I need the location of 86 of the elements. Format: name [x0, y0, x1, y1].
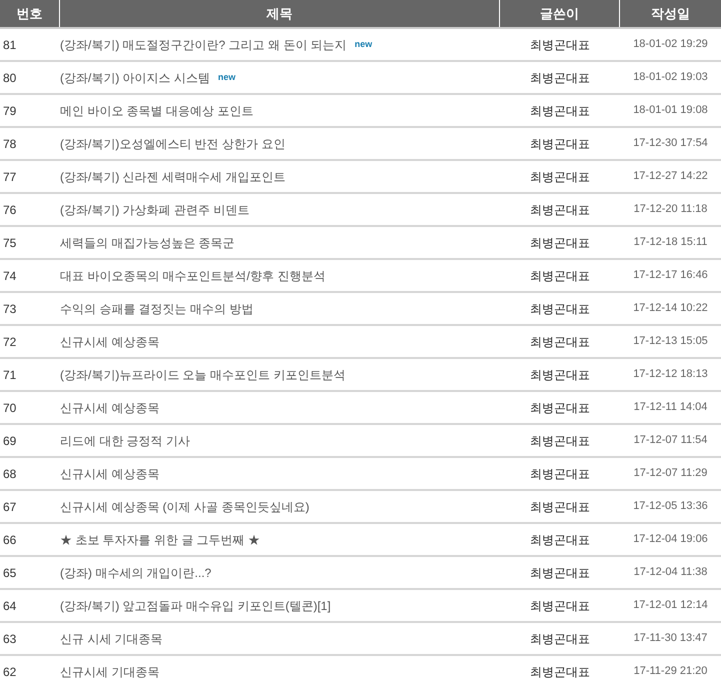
author-name: 최병곤대표 — [529, 366, 591, 384]
post-date: 18-01-02 19:29 — [632, 37, 709, 52]
post-title-link[interactable]: (강좌/복기) 신라젠 세력매수세 개입포인트 — [60, 168, 286, 186]
row-number: 71 — [2, 366, 18, 384]
post-title-link[interactable]: 신규시세 예상종목 (이제 사골 종목인듯싶네요) — [60, 498, 310, 516]
new-label: new — [218, 73, 236, 82]
post-title-link[interactable]: 대표 바이오종목의 매수포인트분석/향후 진행분석 — [60, 266, 326, 284]
post-date: 17-12-12 18:13 — [632, 367, 709, 382]
post-date: 17-12-20 11:18 — [632, 202, 708, 218]
row-number: 72 — [2, 334, 18, 350]
new-label: new — [354, 40, 372, 49]
author-name: 최병곤대표 — [529, 598, 591, 614]
row-number: 65 — [2, 564, 18, 582]
post-date: 17-12-04 19:06 — [632, 532, 709, 548]
author-name: 최병곤대표 — [529, 102, 591, 120]
author-name: 최병곤대표 — [529, 234, 591, 252]
post-title-link[interactable]: (강좌/복기)뉴프라이드 오늘 매수포인트 키포인트분석 — [60, 366, 346, 384]
row-number: 68 — [2, 466, 18, 482]
post-date: 17-11-30 13:47 — [632, 631, 708, 646]
row-number: 64 — [2, 598, 18, 614]
post-date: 18-01-02 19:03 — [632, 70, 709, 86]
post-title-link[interactable]: (강좌/복기) 가상화폐 관련주 비덴트 — [60, 200, 250, 218]
author-name: 최병곤대표 — [529, 664, 591, 680]
author-name: 최병곤대표 — [529, 400, 591, 416]
post-date: 17-12-07 11:54 — [632, 433, 708, 448]
post-title-link[interactable]: (강좌/복기) 아이지스 시스템 — [60, 68, 210, 86]
row-number: 81 — [2, 36, 18, 54]
column-header: 제목 — [60, 0, 500, 27]
post-date: 17-12-14 10:22 — [632, 301, 709, 316]
post-title-link[interactable]: (강좌) 매수세의 개입이란...? — [60, 564, 212, 582]
author-name: 최병곤대표 — [529, 532, 591, 548]
post-date: 17-12-04 11:38 — [632, 565, 708, 580]
author-name: 최병곤대표 — [529, 564, 591, 582]
post-title-link[interactable]: 신규시세 예상종목 — [60, 398, 160, 416]
author-name: 최병곤대표 — [529, 432, 591, 450]
post-date: 17-12-18 15:11 — [632, 235, 708, 250]
author-name: 최병곤대표 — [529, 334, 591, 350]
post-title-link[interactable]: (강좌/복기) 앞고점돌파 매수유입 키포인트(텔콘)[1] — [60, 596, 331, 614]
author-name: 최병곤대표 — [529, 136, 591, 152]
row-number: 69 — [2, 432, 18, 450]
row-number: 75 — [2, 234, 18, 252]
author-name: 최병곤대표 — [529, 70, 591, 86]
author-name: 최병곤대표 — [529, 630, 591, 648]
post-title-link[interactable]: 신규 시세 기대종목 — [60, 630, 163, 648]
post-date: 17-12-05 13:36 — [632, 499, 709, 514]
author-name: 최병곤대표 — [529, 202, 591, 218]
post-title-link[interactable]: 수익의 승패를 결정짓는 매수의 방법 — [60, 300, 254, 318]
author-name: 최병곤대표 — [529, 168, 591, 186]
post-date: 17-12-11 14:04 — [632, 400, 708, 416]
post-date: 18-01-01 19:08 — [632, 103, 709, 118]
author-name: 최병곤대표 — [529, 466, 591, 482]
author-name: 최병곤대표 — [529, 268, 591, 284]
row-number: 70 — [2, 400, 18, 416]
post-date: 17-12-17 16:46 — [632, 268, 709, 284]
post-date: 17-11-29 21:20 — [632, 664, 708, 680]
row-number: 62 — [2, 664, 18, 680]
row-number: 77 — [2, 168, 18, 186]
post-title-link[interactable]: 신규시세 예상종목 — [60, 464, 160, 482]
row-number: 78 — [2, 136, 18, 152]
row-number: 76 — [2, 202, 18, 218]
row-number: 63 — [2, 630, 18, 648]
post-date: 17-12-27 14:22 — [632, 169, 709, 184]
author-name: 최병곤대표 — [529, 498, 591, 516]
post-title-link[interactable]: 메인 바이오 종목별 대응예상 포인트 — [60, 102, 254, 120]
post-title-link[interactable]: 세력들의 매집가능성높은 종목군 — [60, 234, 235, 252]
row-number: 67 — [2, 498, 18, 516]
row-number: 79 — [2, 102, 18, 120]
post-title-link[interactable]: (강좌/복기)오성엘에스티 반전 상한가 요인 — [60, 134, 286, 152]
post-date: 17-12-30 17:54 — [632, 136, 709, 152]
post-date: 17-12-01 12:14 — [632, 598, 709, 614]
post-title-link[interactable]: 리드에 대한 긍정적 기사 — [60, 432, 190, 450]
row-number: 74 — [2, 268, 18, 284]
row-number: 66 — [2, 532, 18, 548]
column-header: 번호 — [0, 0, 60, 27]
post-title-link[interactable]: (강좌/복기) 매도절정구간이란? 그리고 왜 돈이 되는지 — [60, 36, 347, 54]
post-date: 17-12-13 15:05 — [632, 334, 709, 350]
post-title-link[interactable]: 신규시세 기대종목 — [60, 662, 160, 680]
column-header: 작성일 — [650, 4, 691, 23]
row-number: 73 — [2, 300, 18, 318]
post-title-link[interactable]: ★ 초보 투자자를 위한 글 그두번째 ★ — [60, 530, 260, 548]
author-name: 최병곤대표 — [529, 300, 591, 318]
post-date: 17-12-07 11:29 — [632, 466, 708, 482]
post-title-link[interactable]: 신규시세 예상종목 — [60, 332, 160, 350]
author-name: 최병곤대표 — [529, 36, 591, 54]
column-header: 글쓴이 — [500, 0, 620, 27]
row-number: 80 — [2, 70, 18, 86]
